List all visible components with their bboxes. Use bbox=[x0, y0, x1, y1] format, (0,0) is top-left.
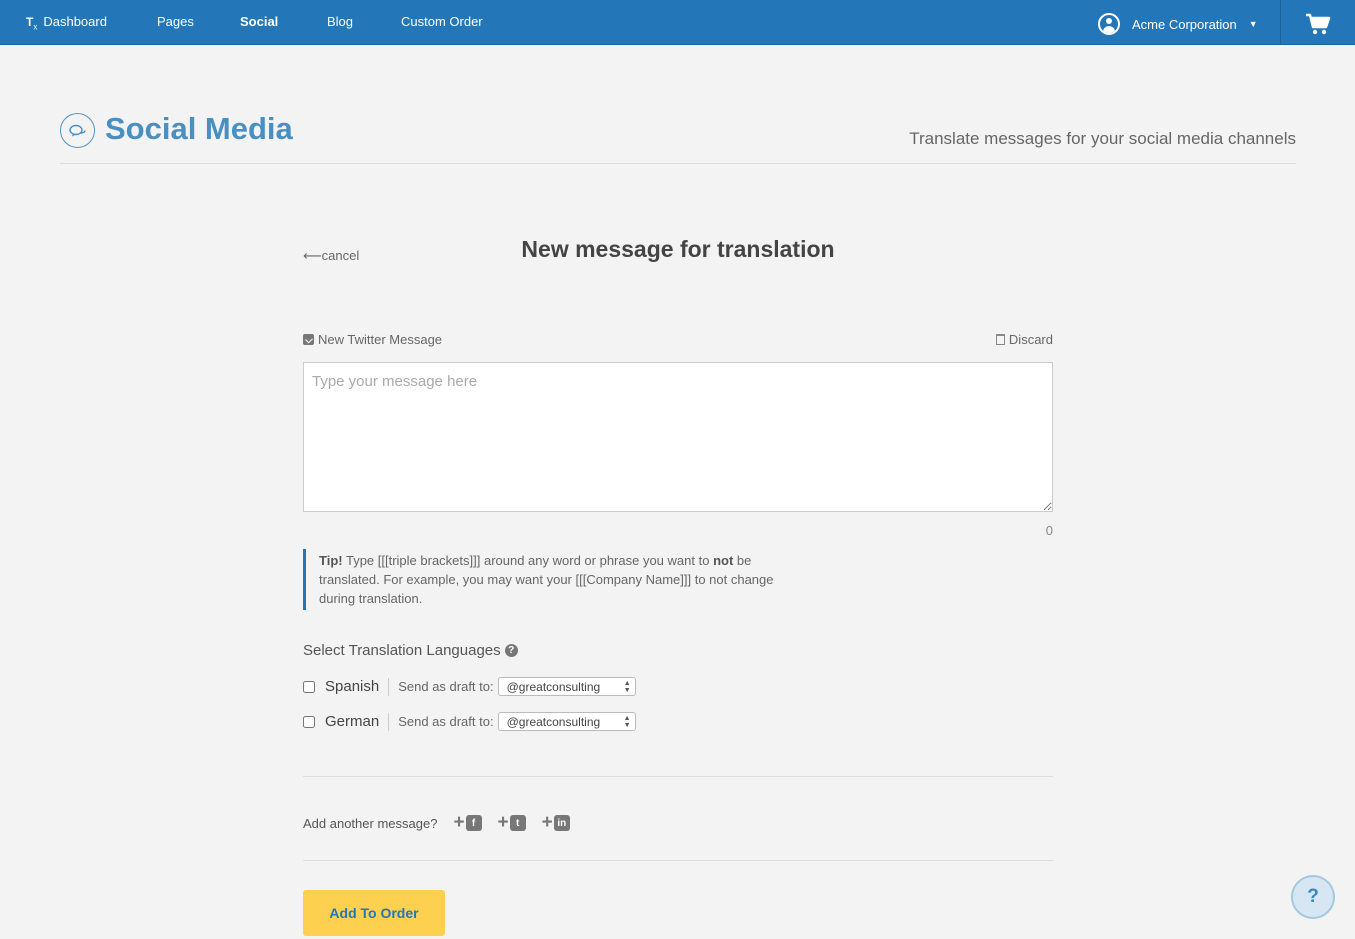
twitter-icon: t bbox=[509, 815, 526, 831]
draft-label: Send as draft to: bbox=[398, 679, 494, 694]
shopping-cart-icon[interactable] bbox=[1305, 12, 1331, 36]
nav-social[interactable]: Social bbox=[240, 14, 278, 29]
user-circle-icon bbox=[1098, 13, 1120, 35]
facebook-icon: f bbox=[465, 815, 482, 831]
divider bbox=[303, 776, 1053, 777]
chat-bubbles-icon bbox=[60, 113, 95, 148]
page-subtitle: Translate messages for your social media… bbox=[909, 129, 1296, 148]
language-name: German bbox=[325, 712, 390, 731]
linkedin-icon: in bbox=[553, 815, 570, 831]
message-textarea[interactable] bbox=[303, 362, 1053, 512]
language-row-german: German Send as draft to: @greatconsultin… bbox=[303, 712, 636, 731]
draft-label: Send as draft to: bbox=[398, 714, 494, 729]
nav-divider bbox=[1280, 0, 1281, 45]
select-arrows-icon: ▲ ▼ bbox=[623, 715, 631, 729]
tx-logo-icon: Tx bbox=[26, 15, 38, 32]
languages-heading: Select Translation Languages ? bbox=[303, 642, 518, 659]
page-title: Social Media bbox=[105, 111, 293, 146]
twitter-square-icon bbox=[303, 334, 314, 345]
add-linkedin-message-button[interactable]: + in bbox=[542, 813, 570, 832]
caret-down-icon: ▼ bbox=[1248, 19, 1258, 29]
select-arrows-icon: ▲ ▼ bbox=[623, 680, 631, 694]
language-name: Spanish bbox=[325, 677, 390, 696]
message-type-label: New Twitter Message bbox=[303, 332, 442, 347]
top-nav: Tx Dashboard Pages Social Blog Custom Ord… bbox=[0, 0, 1355, 45]
page-header: Social Media Translate messages for your… bbox=[60, 111, 1296, 164]
form-title: New message for translation bbox=[521, 236, 835, 262]
nav-pages[interactable]: Pages bbox=[157, 14, 194, 29]
discard-button[interactable]: Discard bbox=[995, 332, 1053, 347]
add-facebook-message-button[interactable]: + f bbox=[453, 813, 482, 832]
divider bbox=[303, 860, 1053, 861]
add-twitter-message-button[interactable]: + t bbox=[498, 813, 526, 832]
add-to-order-button[interactable]: Add To Order bbox=[303, 890, 445, 936]
character-count: 0 bbox=[1045, 523, 1053, 538]
language-row-spanish: Spanish Send as draft to: @greatconsulti… bbox=[303, 677, 636, 696]
nav-custom-order[interactable]: Custom Order bbox=[401, 14, 483, 29]
german-checkbox[interactable] bbox=[303, 715, 315, 728]
account-name: Acme Corporation bbox=[1132, 16, 1237, 32]
german-draft-select[interactable]: @greatconsulting ▲ ▼ bbox=[497, 712, 636, 731]
tip-box: Tip! Type [[[triple brackets]]] around a… bbox=[303, 549, 803, 610]
spanish-draft-select[interactable]: @greatconsulting ▲ ▼ bbox=[497, 677, 636, 696]
question-circle-icon[interactable]: ? bbox=[504, 644, 518, 657]
nav-blog[interactable]: Blog bbox=[327, 14, 353, 29]
spanish-checkbox[interactable] bbox=[303, 680, 315, 693]
trash-icon bbox=[995, 334, 1005, 345]
add-another-message: Add another message? + f + t + in bbox=[303, 813, 570, 832]
help-button[interactable]: ? bbox=[1291, 875, 1335, 919]
account-menu[interactable]: Acme Corporation ▼ bbox=[1098, 13, 1258, 35]
nav-dashboard[interactable]: Tx Dashboard bbox=[26, 14, 107, 31]
